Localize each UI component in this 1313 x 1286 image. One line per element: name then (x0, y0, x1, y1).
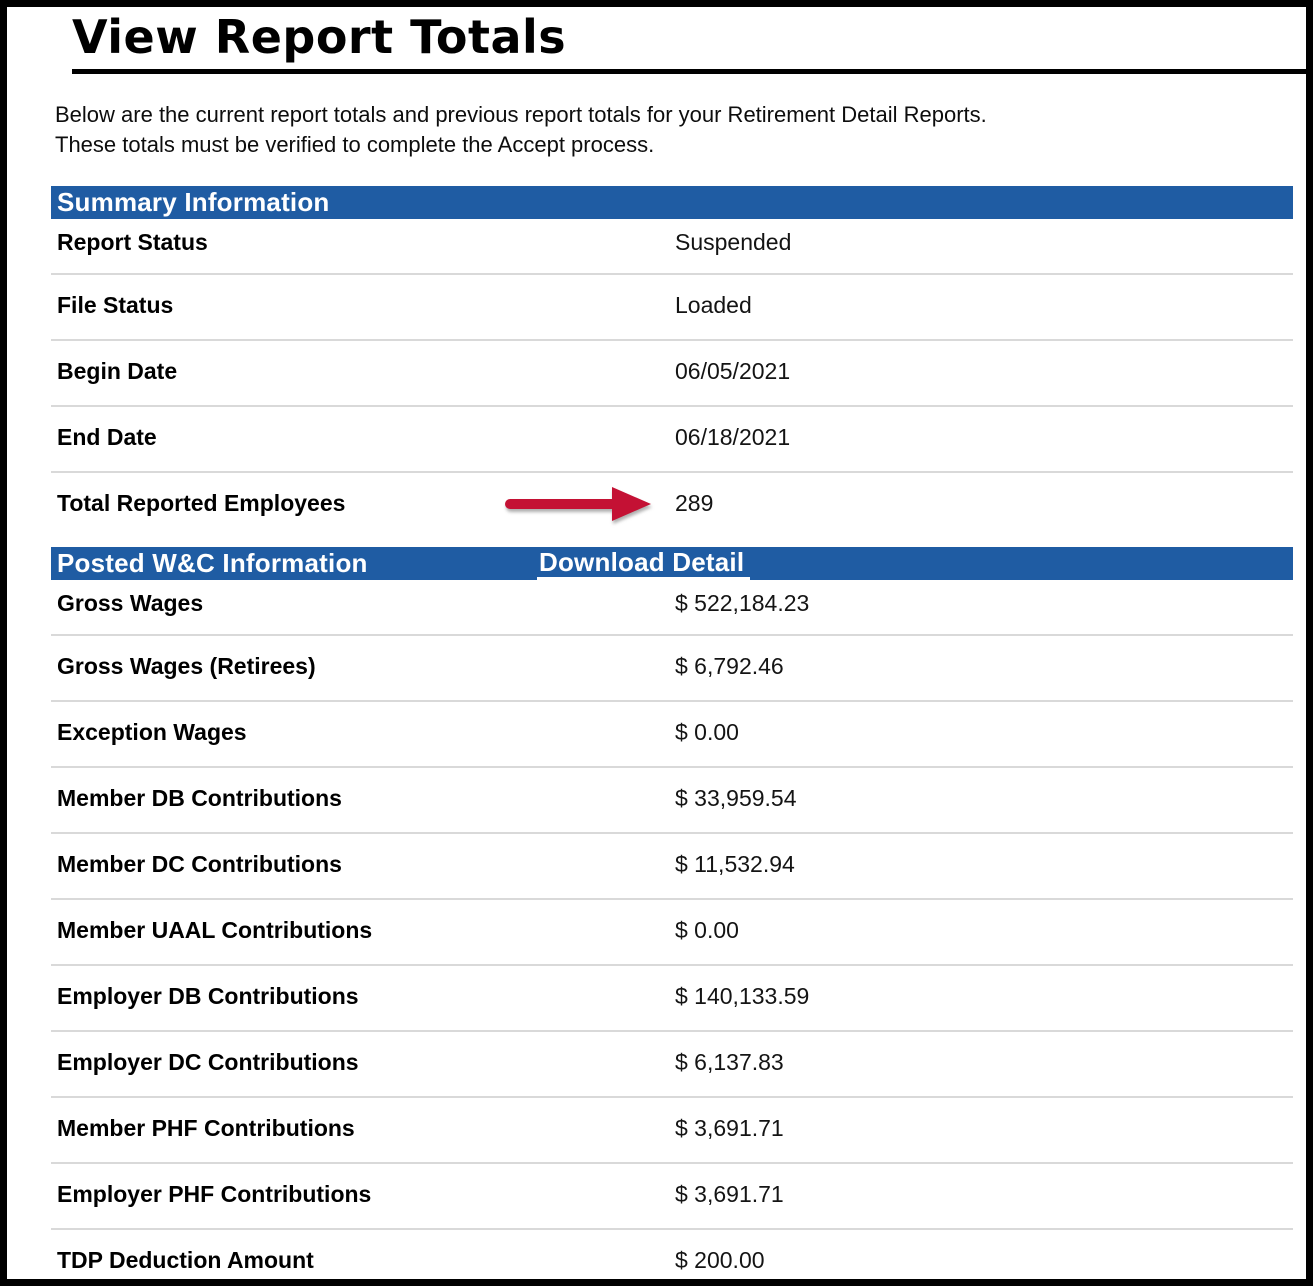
row-label: TDP Deduction Amount (57, 1245, 314, 1275)
row-value: $ 11,532.94 (675, 849, 795, 879)
row-value: $ 522,184.23 (675, 588, 809, 618)
row-label: Total Reported Employees (57, 488, 345, 518)
table-row: Begin Date 06/05/2021 (51, 341, 1293, 407)
row-value: $ 3,691.71 (675, 1179, 784, 1209)
posted-section-title: Posted W&C Information (51, 548, 368, 579)
table-row: Gross Wages $ 522,184.23 (51, 580, 1293, 636)
row-value: $ 3,691.71 (675, 1113, 784, 1143)
row-value: $ 140,133.59 (675, 981, 809, 1011)
table-row: Member DC Contributions $ 11,532.94 (51, 834, 1293, 900)
row-value: 06/18/2021 (675, 422, 790, 452)
summary-rows: Report Status Suspended File Status (51, 219, 1293, 547)
row-value: $ 0.00 (675, 915, 739, 945)
row-value: Suspended (675, 227, 791, 257)
row-value: $ 33,959.54 (675, 783, 797, 813)
row-value: $ 6,137.83 (675, 1047, 784, 1077)
row-label: File Status (57, 290, 173, 320)
row-label: Report Status (57, 227, 208, 257)
intro-text: Below are the current report totals and … (55, 100, 1266, 160)
row-value: 289 (675, 488, 713, 518)
table-row: Exception Wages $ 0.00 (51, 702, 1293, 768)
table-row: Member UAAL Contributions $ 0.00 (51, 900, 1293, 966)
view-report-totals-page: View Report Totals Below are the current… (0, 0, 1313, 1286)
row-value: $ 200.00 (675, 1245, 765, 1275)
table-row: Employer DB Contributions $ 140,133.59 (51, 966, 1293, 1032)
summary-section-title: Summary Information (51, 187, 330, 218)
table-row: Total Reported Employees 289 (51, 473, 1293, 547)
table-row: File Status Loaded (51, 275, 1293, 341)
intro-line-1: Below are the current report totals and … (55, 100, 1266, 130)
posted-wc-information-section: Posted W&C Information Download Detail G… (51, 547, 1293, 1280)
table-row: Employer PHF Contributions $ 3,691.71 (51, 1164, 1293, 1230)
posted-rows: Gross Wages $ 522,184.23 Gross Wages (Re… (51, 580, 1293, 1280)
row-label: Gross Wages (57, 588, 203, 618)
row-label: Gross Wages (Retirees) (57, 651, 316, 681)
summary-section-header-bar: Summary Information (51, 186, 1293, 219)
row-label: Employer DB Contributions (57, 981, 359, 1011)
title-underline: View Report Totals (72, 13, 1306, 74)
row-value: 06/05/2021 (675, 356, 790, 386)
table-row: Member DB Contributions $ 33,959.54 (51, 768, 1293, 834)
table-row: Member PHF Contributions $ 3,691.71 (51, 1098, 1293, 1164)
table-row: TDP Deduction Amount $ 200.00 (51, 1230, 1293, 1280)
download-detail-link[interactable]: Download Detail (537, 547, 750, 581)
intro-line-2: These totals must be verified to complet… (55, 130, 1266, 160)
table-row: End Date 06/18/2021 (51, 407, 1293, 473)
row-label: Member DC Contributions (57, 849, 342, 879)
row-label: Employer PHF Contributions (57, 1179, 371, 1209)
row-label: Member PHF Contributions (57, 1113, 355, 1143)
table-row: Employer DC Contributions $ 6,137.83 (51, 1032, 1293, 1098)
row-value: $ 6,792.46 (675, 651, 784, 681)
row-value: Loaded (675, 290, 752, 320)
row-label: Employer DC Contributions (57, 1047, 359, 1077)
row-label: Begin Date (57, 356, 177, 386)
row-label: Exception Wages (57, 717, 247, 747)
posted-section-header-bar: Posted W&C Information Download Detail (51, 547, 1293, 580)
table-row: Gross Wages (Retirees) $ 6,792.46 (51, 636, 1293, 702)
table-row: Report Status Suspended (51, 219, 1293, 275)
row-label: Member DB Contributions (57, 783, 342, 813)
page-title: View Report Totals (72, 13, 1306, 62)
row-label: End Date (57, 422, 157, 452)
summary-information-section: Summary Information Report Status Suspen… (51, 186, 1293, 547)
row-value: $ 0.00 (675, 717, 739, 747)
row-label: Member UAAL Contributions (57, 915, 372, 945)
red-arrow-icon (503, 485, 653, 523)
